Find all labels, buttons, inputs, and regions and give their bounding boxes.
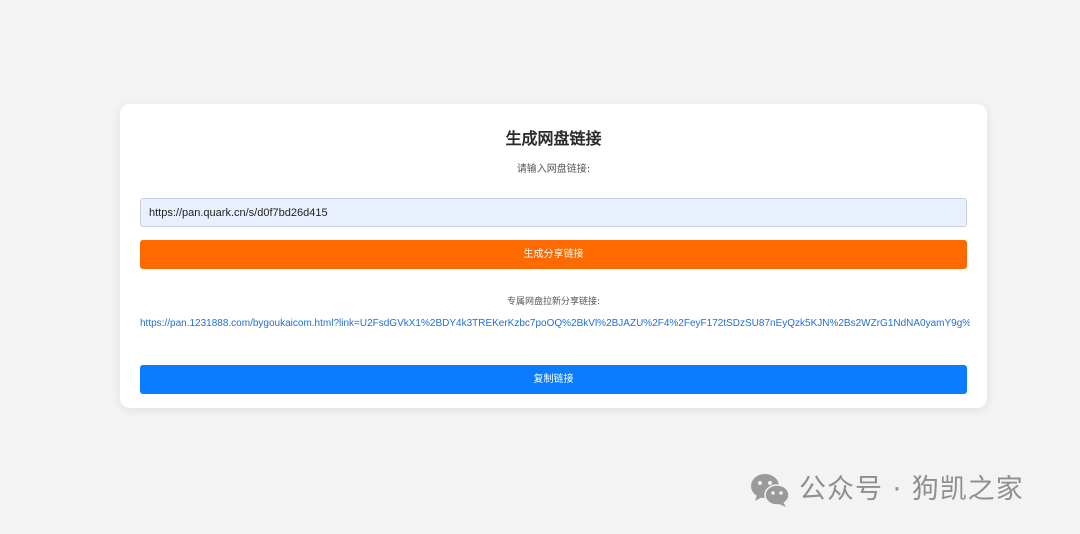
- input-prompt-label: 请输入网盘链接:: [516, 164, 591, 175]
- pan-link-input[interactable]: [140, 198, 967, 227]
- result-label: 专属网盘拉新分享链接:: [506, 297, 601, 307]
- page-title: 生成网盘链接: [505, 129, 602, 148]
- page: 生成网盘链接 请输入网盘链接: 生成分享链接 专属网盘拉新分享链接: https…: [0, 0, 1080, 534]
- link-generator-card: 生成网盘链接 请输入网盘链接: 生成分享链接 专属网盘拉新分享链接: https…: [120, 104, 987, 408]
- watermark: 公众号 · 狗凯之家: [749, 470, 1024, 510]
- generated-share-link[interactable]: https://pan.1231888.com/bygoukaicom.html…: [140, 317, 970, 331]
- wechat-icon: [751, 474, 790, 507]
- copy-link-button[interactable]: 复制链接: [140, 365, 967, 394]
- watermark-text: 公众号 · 狗凯之家: [799, 474, 1024, 505]
- generate-share-link-button[interactable]: 生成分享链接: [140, 240, 967, 269]
